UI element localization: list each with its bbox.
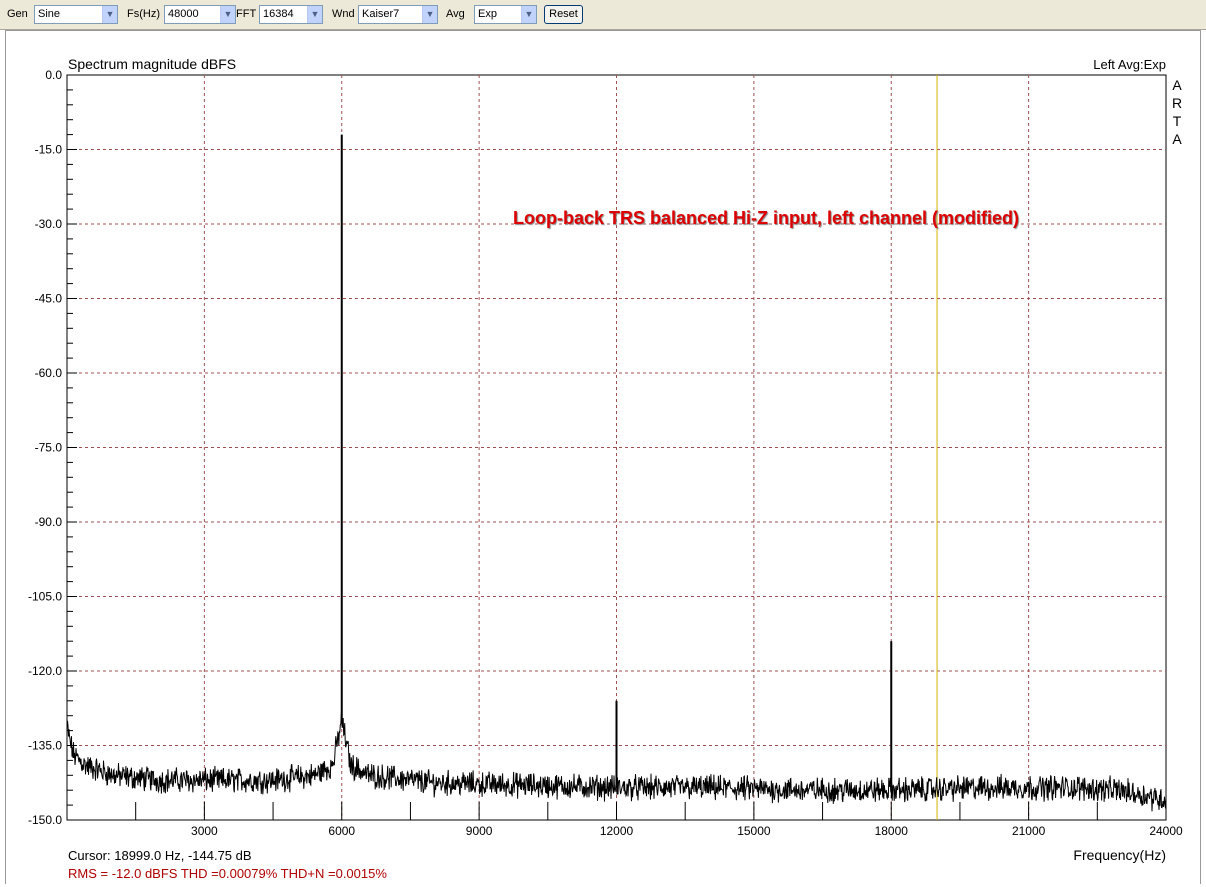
x-tick-label: 3000 bbox=[191, 824, 218, 838]
chart-title: Spectrum magnitude dBFS bbox=[68, 56, 236, 72]
y-tick-label: -120.0 bbox=[28, 664, 62, 678]
arta-vertical-label: R bbox=[1172, 95, 1182, 111]
x-tick-label: 24000 bbox=[1149, 824, 1183, 838]
spectrum-chart[interactable]: 0.0 -15.0 -30.0 -45.0 -60.0 -75.0 -90.0 -105.0 -… bbox=[0, 0, 1206, 887]
arta-vertical-label: A bbox=[1172, 77, 1182, 93]
stats-readout: RMS = -12.0 dBFS THD =0.00079% THD+N =0.… bbox=[68, 866, 387, 881]
y-tick-label: -15.0 bbox=[35, 143, 63, 157]
y-tick-label: -30.0 bbox=[35, 217, 63, 231]
x-tick-label: 15000 bbox=[737, 824, 771, 838]
x-tick-label: 6000 bbox=[328, 824, 355, 838]
channel-label: Left Avg:Exp bbox=[1093, 57, 1166, 72]
y-tick-label: 0.0 bbox=[45, 68, 62, 82]
x-axis-label: Frequency(Hz) bbox=[1073, 847, 1166, 863]
y-tick-label: -135.0 bbox=[28, 739, 62, 753]
annotation-label: Loop-back TRS balanced Hi-Z input, left … bbox=[513, 208, 1019, 228]
x-tick-label: 12000 bbox=[600, 824, 634, 838]
y-tick-label: -60.0 bbox=[35, 366, 63, 380]
x-tick-label: 9000 bbox=[466, 824, 493, 838]
y-tick-label: -150.0 bbox=[28, 813, 62, 827]
cursor-readout: Cursor: 18999.0 Hz, -144.75 dB bbox=[68, 848, 252, 863]
arta-vertical-label: T bbox=[1173, 113, 1182, 129]
y-tick-label: -45.0 bbox=[35, 292, 63, 306]
x-tick-label: 21000 bbox=[1012, 824, 1046, 838]
y-tick-label: -105.0 bbox=[28, 590, 62, 604]
x-tick-label: 18000 bbox=[875, 824, 909, 838]
y-tick-label: -75.0 bbox=[35, 441, 63, 455]
arta-vertical-label: A bbox=[1172, 131, 1182, 147]
y-tick-label: -90.0 bbox=[35, 515, 63, 529]
